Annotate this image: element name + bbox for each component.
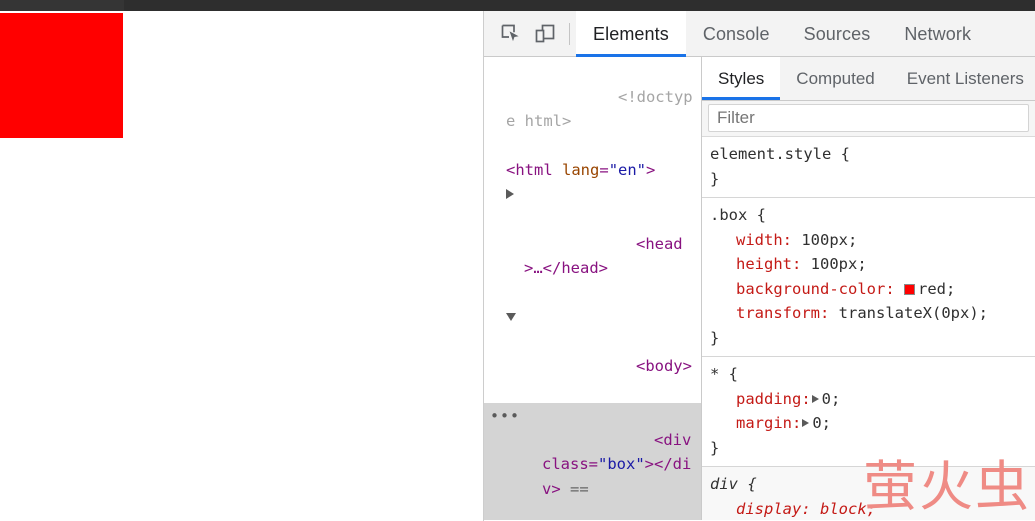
div-class-value: "box" <box>598 455 645 473</box>
declaration-value: translateX(0px); <box>838 304 988 322</box>
tab-sources[interactable]: Sources <box>787 11 888 57</box>
rule-element-style[interactable]: element.style { } <box>702 137 1035 198</box>
element-badge-icon[interactable]: ••• <box>490 404 520 428</box>
tab-styles[interactable]: Styles <box>702 57 781 100</box>
html-tag-name: html <box>515 161 553 179</box>
tab-elements-label: Elements <box>593 23 669 44</box>
html-attr-name: lang <box>562 161 600 179</box>
page-viewport <box>0 11 483 521</box>
rule-selector: element.style { <box>710 145 850 163</box>
rule-user-agent-div[interactable]: div { display: block; } <box>702 467 1035 520</box>
chevron-down-icon[interactable] <box>506 313 516 321</box>
declaration-property: width <box>736 230 783 249</box>
expand-shorthand-icon[interactable] <box>802 419 810 427</box>
color-swatch-icon[interactable] <box>903 283 915 295</box>
head-line-text: <head>…</head> <box>524 234 683 278</box>
red-box-element[interactable] <box>0 13 123 138</box>
devtools-tab-bar: Elements Console Sources Network <box>576 11 988 57</box>
dom-row-head[interactable]: <head>…</head> <box>484 183 701 306</box>
declaration-value: block; <box>820 499 876 518</box>
tab-elements[interactable]: Elements <box>576 11 686 57</box>
tab-computed-label: Computed <box>796 68 875 88</box>
html-attr-value: "en" <box>608 161 647 179</box>
html-attr-eq: = <box>599 161 609 179</box>
rule-close-brace: } <box>710 169 720 188</box>
declaration-value: 0; <box>812 414 832 432</box>
declaration-padding[interactable]: padding: 0; <box>710 387 1027 412</box>
styles-filter-input[interactable] <box>708 104 1029 132</box>
declaration-display: display: block; <box>736 499 876 518</box>
css-rules-list: element.style { } .box { width: 100px; h… <box>702 137 1035 520</box>
devtools-toolbar-icons <box>494 17 570 51</box>
expand-shorthand-icon[interactable] <box>811 394 819 403</box>
devtools-window: Elements Console Sources Network <!docty… <box>483 11 1035 521</box>
tab-console[interactable]: Console <box>686 11 787 57</box>
tab-console-label: Console <box>702 23 770 44</box>
declaration-margin[interactable]: margin: 0; <box>710 411 1027 436</box>
dom-row-div-box[interactable]: ••• <div class="box"></div> == <box>484 403 701 520</box>
rule-selector: * { <box>710 365 738 383</box>
rule-close-brace: } <box>710 328 720 347</box>
rule-box[interactable]: .box { width: 100px; height: 100px; back… <box>702 198 1035 357</box>
inspect-element-icon[interactable] <box>494 18 528 50</box>
body-open-text: <body> <box>635 357 692 375</box>
declaration-property: transform <box>736 304 820 322</box>
declaration-transform[interactable]: transform: translateX(0px); <box>710 301 1027 326</box>
declaration-value: red; <box>917 279 956 298</box>
declaration-width[interactable]: width: 100px; <box>710 228 1027 253</box>
declaration-property: background-color <box>736 279 886 298</box>
devtools-toolbar: Elements Console Sources Network <box>484 11 1035 57</box>
div-selected-marker: == <box>570 479 599 498</box>
toolbar-divider <box>569 23 570 45</box>
declaration-property: padding <box>736 389 802 408</box>
html-open-gt: > <box>646 161 656 179</box>
html-open-lt: < <box>506 161 516 179</box>
declaration-value: 100px; <box>801 230 858 249</box>
browser-chrome-bar <box>0 0 1035 11</box>
device-toolbar-icon[interactable] <box>528 18 562 50</box>
declaration-value: 100px; <box>810 255 867 273</box>
chevron-right-icon[interactable] <box>506 188 514 199</box>
dom-tree-pane: <!doctype html> <html lang="en"> <head>…… <box>484 57 702 520</box>
devtools-body: <!doctype html> <html lang="en"> <head>…… <box>484 57 1035 520</box>
browser-tab-strip[interactable] <box>0 0 124 11</box>
tab-sources-label: Sources <box>803 23 871 44</box>
dom-row-body-open[interactable]: <body> <box>484 305 701 403</box>
tab-event-listeners-label: Event Listeners <box>906 68 1024 88</box>
tab-computed[interactable]: Computed <box>780 57 890 100</box>
declaration-property: height <box>736 255 792 273</box>
declaration-property: display <box>736 499 802 518</box>
styles-tab-bar: Styles Computed Event Listeners <box>702 57 1035 101</box>
declaration-value: 0; <box>821 389 841 408</box>
dom-row-doctype[interactable]: <!doctype html> <box>484 60 701 158</box>
declaration-height[interactable]: height: 100px; <box>710 252 1027 277</box>
declaration-background-color[interactable]: background-color: red; <box>710 277 1027 302</box>
rule-selector: .box { <box>710 206 766 224</box>
tab-network[interactable]: Network <box>887 11 988 57</box>
screen: Elements Console Sources Network <!docty… <box>0 0 1035 521</box>
styles-pane: Styles Computed Event Listeners eleme <box>702 57 1035 520</box>
doctype-text: <!doctype html> <box>506 87 693 131</box>
tab-network-label: Network <box>904 23 972 44</box>
dom-tree: <!doctype html> <html lang="en"> <head>…… <box>484 60 701 520</box>
dom-row-html-open[interactable]: <html lang="en"> <box>484 158 701 183</box>
rule-close-brace: } <box>710 438 720 457</box>
rule-universal[interactable]: * { padding: 0; margin: 0; } <box>702 357 1035 467</box>
rule-selector: div { <box>710 475 757 493</box>
tab-styles-label: Styles <box>718 68 765 88</box>
declaration-property: margin <box>736 414 792 432</box>
styles-filter-bar <box>702 101 1035 137</box>
tab-event-listeners[interactable]: Event Listeners <box>891 57 1035 100</box>
